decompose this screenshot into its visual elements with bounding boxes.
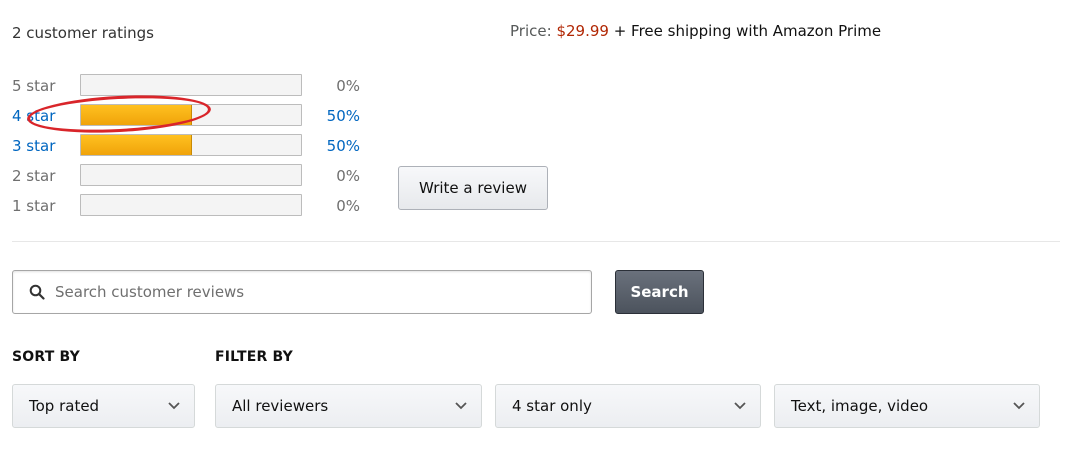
price-value: $29.99 <box>556 22 609 40</box>
format-filter-dropdown[interactable]: Text, image, video <box>774 384 1040 428</box>
chevron-down-icon <box>1013 402 1025 410</box>
histogram-bar-fill <box>81 135 192 155</box>
histogram-row-5-star: 5 star 0% <box>12 74 372 104</box>
sort-selected-value: Top rated <box>29 397 100 415</box>
shipping-info: + Free shipping with Amazon Prime <box>613 22 882 40</box>
histogram-percent[interactable]: 50% <box>327 137 360 155</box>
star-filter-dropdown[interactable]: 4 star only <box>495 384 761 428</box>
histogram-bar <box>80 194 302 216</box>
price-line: Price: $29.99 + Free shipping with Amazo… <box>510 22 881 40</box>
price-label: Price: <box>510 22 552 40</box>
rating-histogram: 5 star 0% 4 star 50% 3 star 50% 2 star 0… <box>12 74 372 224</box>
histogram-row-2-star: 2 star 0% <box>12 164 372 194</box>
histogram-label: 1 star <box>12 197 56 215</box>
histogram-percent: 0% <box>336 167 360 185</box>
write-review-button[interactable]: Write a review <box>398 166 548 210</box>
histogram-percent: 0% <box>336 77 360 95</box>
histogram-row-3-star[interactable]: 3 star 50% <box>12 134 372 164</box>
chevron-down-icon <box>168 402 180 410</box>
histogram-bar[interactable] <box>80 134 302 156</box>
histogram-label[interactable]: 3 star <box>12 137 55 155</box>
histogram-percent[interactable]: 50% <box>327 107 360 125</box>
chevron-down-icon <box>455 402 467 410</box>
histogram-label[interactable]: 4 star <box>12 107 55 125</box>
filter-by-label: FILTER BY <box>215 349 293 365</box>
sort-dropdown[interactable]: Top rated <box>12 384 195 428</box>
histogram-bar[interactable] <box>80 104 302 126</box>
search-icon <box>29 284 45 300</box>
ratings-count: 2 customer ratings <box>12 24 154 42</box>
search-input[interactable] <box>53 276 591 308</box>
histogram-label: 2 star <box>12 167 56 185</box>
histogram-row-1-star: 1 star 0% <box>12 194 372 224</box>
histogram-bar <box>80 74 302 96</box>
histogram-row-4-star[interactable]: 4 star 50% <box>12 104 372 134</box>
histogram-bar <box>80 164 302 186</box>
chevron-down-icon <box>734 402 746 410</box>
reviewer-filter-value: All reviewers <box>232 397 329 415</box>
divider <box>12 241 1060 242</box>
histogram-bar-fill <box>81 105 192 125</box>
histogram-percent: 0% <box>336 197 360 215</box>
search-button[interactable]: Search <box>615 270 704 314</box>
search-box[interactable] <box>12 270 592 314</box>
format-filter-value: Text, image, video <box>791 397 929 415</box>
histogram-label: 5 star <box>12 77 56 95</box>
reviewer-filter-dropdown[interactable]: All reviewers <box>215 384 482 428</box>
star-filter-value: 4 star only <box>512 397 592 415</box>
sort-by-label: SORT BY <box>12 349 81 365</box>
